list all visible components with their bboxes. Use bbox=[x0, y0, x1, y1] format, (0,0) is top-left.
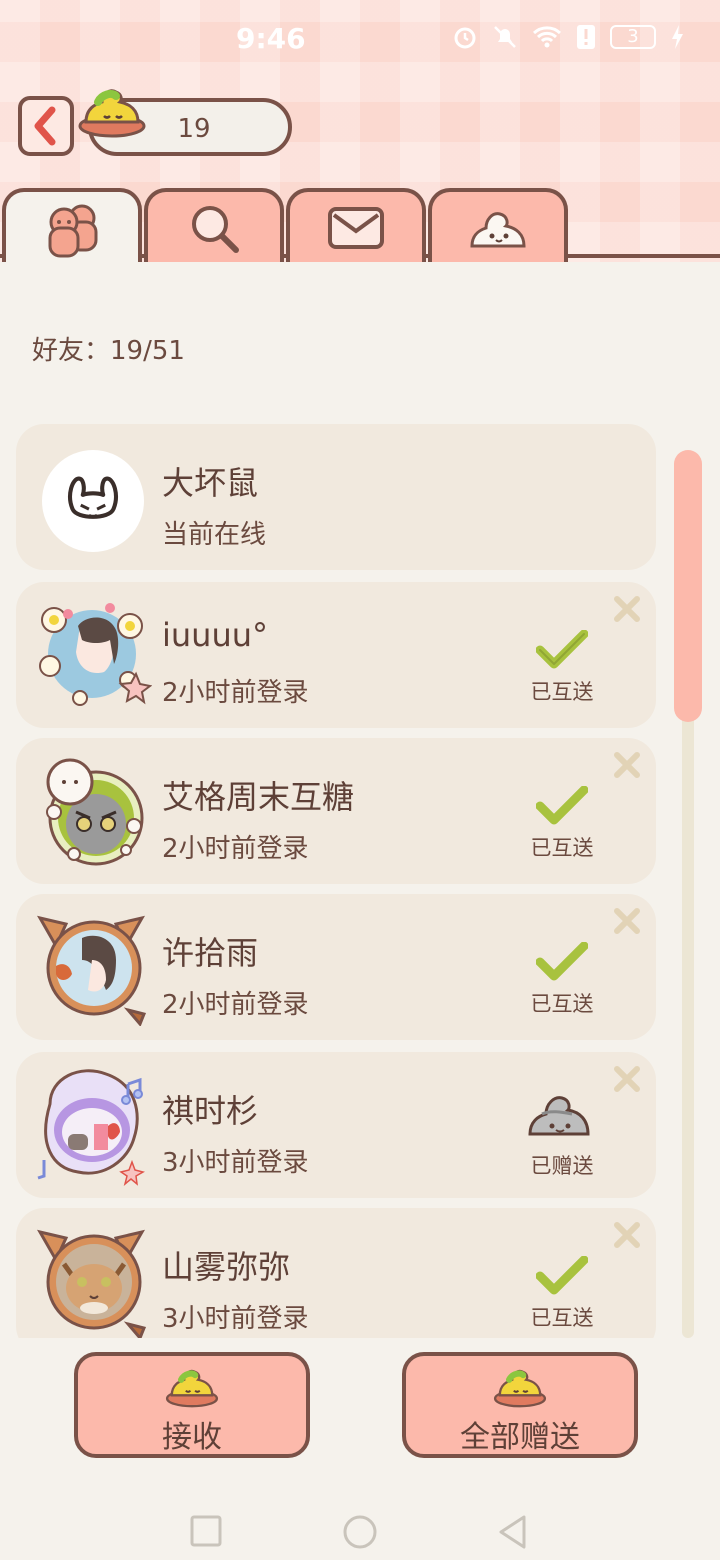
friend-card[interactable]: 艾格周末互糖 2小时前登录 已互送 bbox=[16, 738, 656, 884]
friend-card[interactable]: 许拾雨 2小时前登录 已互送 bbox=[16, 894, 656, 1040]
friend-name: 艾格周末互糖 bbox=[162, 778, 355, 816]
avatar bbox=[36, 1229, 147, 1338]
home-icon[interactable] bbox=[342, 1514, 378, 1550]
check-icon bbox=[535, 1255, 589, 1295]
green-candy-icon bbox=[78, 89, 146, 138]
mute-icon bbox=[494, 26, 516, 48]
gift-status: 已互送 bbox=[522, 1255, 602, 1332]
avatar bbox=[42, 450, 144, 552]
remove-friend-icon[interactable] bbox=[612, 1064, 642, 1094]
back-button[interactable] bbox=[18, 96, 74, 156]
receive-button[interactable]: 接收 bbox=[74, 1352, 310, 1458]
send-all-label: 全部赠送 bbox=[460, 1420, 580, 1455]
green-candy-icon bbox=[493, 1369, 547, 1408]
gift-status: 已赠送 bbox=[522, 1086, 602, 1180]
tab-friends[interactable] bbox=[2, 188, 142, 268]
friends-icon bbox=[48, 204, 98, 258]
recents-icon[interactable] bbox=[189, 1514, 223, 1548]
avatar bbox=[46, 758, 144, 866]
tab-candy[interactable] bbox=[428, 188, 568, 264]
friend-name: 大坏鼠 bbox=[162, 464, 259, 502]
friends-count: 好友：19/51 bbox=[32, 336, 185, 366]
status-icons: 3 bbox=[452, 24, 684, 50]
green-candy-icon bbox=[165, 1369, 219, 1408]
candy-icon bbox=[470, 212, 526, 248]
battery-icon: 3 bbox=[610, 25, 656, 49]
receive-label: 接收 bbox=[162, 1420, 222, 1455]
gift-status: 已互送 bbox=[522, 629, 602, 706]
tab-search[interactable] bbox=[144, 188, 284, 264]
gift-label: 已互送 bbox=[530, 992, 594, 1016]
friend-status: 3小时前登录 bbox=[162, 1304, 309, 1334]
friend-status: 2小时前登录 bbox=[162, 678, 309, 708]
mail-icon bbox=[328, 207, 384, 249]
send-all-button[interactable]: 全部赠送 bbox=[402, 1352, 638, 1458]
gift-label: 已互送 bbox=[530, 836, 594, 860]
remove-friend-icon[interactable] bbox=[612, 594, 642, 624]
friend-name: 许拾雨 bbox=[162, 934, 259, 972]
back-nav-icon[interactable] bbox=[496, 1514, 530, 1550]
tab-mail[interactable] bbox=[286, 188, 426, 264]
friend-card[interactable]: 大坏鼠 当前在线 bbox=[16, 424, 656, 570]
friend-name: 山雾弥弥 bbox=[162, 1248, 291, 1286]
friend-status: 3小时前登录 bbox=[162, 1148, 309, 1178]
friend-status: 2小时前登录 bbox=[162, 834, 309, 864]
status-bar: 9:46 3 bbox=[0, 0, 720, 80]
friend-status: 当前在线 bbox=[162, 520, 267, 550]
friend-name: 祺时杉 bbox=[162, 1092, 259, 1130]
system-nav-bar bbox=[0, 1490, 720, 1560]
avatar bbox=[36, 915, 147, 1026]
friend-card[interactable]: iuuuu° 2小时前登录 已互送 bbox=[16, 582, 656, 728]
gift-label: 已互送 bbox=[530, 680, 594, 704]
friend-card[interactable]: 祺时杉 3小时前登录 已赠送 bbox=[16, 1052, 656, 1198]
check-icon bbox=[535, 785, 589, 825]
friend-status: 2小时前登录 bbox=[162, 990, 309, 1020]
charging-icon bbox=[672, 25, 683, 49]
remove-friend-icon[interactable] bbox=[612, 750, 642, 780]
remove-friend-icon[interactable] bbox=[612, 1220, 642, 1250]
remove-friend-icon[interactable] bbox=[612, 906, 642, 936]
gift-label: 已赠送 bbox=[530, 1154, 594, 1178]
check-icon bbox=[535, 941, 589, 981]
avatar bbox=[39, 603, 152, 706]
gray-candy-icon bbox=[528, 1096, 590, 1136]
avatar bbox=[37, 1069, 145, 1186]
gift-status: 已互送 bbox=[522, 785, 602, 862]
chevron-left-icon bbox=[34, 106, 56, 146]
status-time: 9:46 bbox=[236, 22, 306, 55]
wifi-icon bbox=[532, 26, 562, 48]
friend-card[interactable]: 山雾弥弥 3小时前登录 已互送 bbox=[16, 1208, 656, 1338]
alarm-icon bbox=[454, 27, 476, 49]
gift-label: 已互送 bbox=[530, 1306, 594, 1330]
friend-list[interactable]: 大坏鼠 当前在线 iuuuu° 2小时前登录 已互送 艾格周末互糖 2小时前登录… bbox=[16, 424, 656, 1338]
alert-icon bbox=[577, 25, 595, 49]
search-icon bbox=[192, 206, 239, 253]
friend-name: iuuuu° bbox=[162, 616, 269, 654]
scrollbar-thumb[interactable] bbox=[674, 450, 702, 722]
check-icon bbox=[535, 629, 589, 669]
gift-status: 已互送 bbox=[522, 941, 602, 1018]
